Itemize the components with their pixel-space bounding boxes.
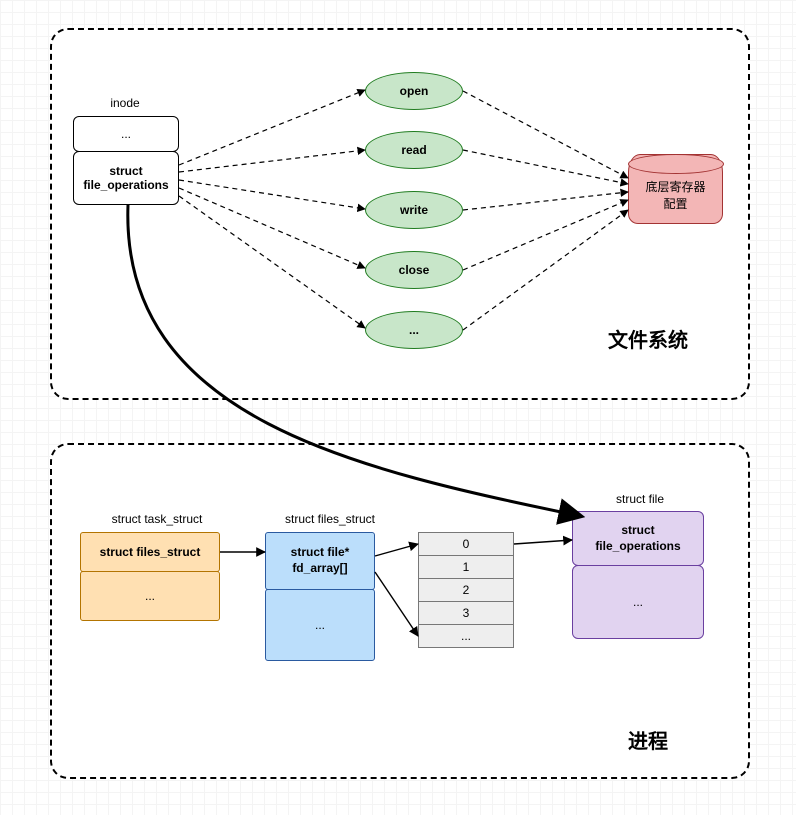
op-open: open bbox=[365, 72, 463, 110]
inode-title: inode bbox=[95, 96, 155, 110]
task-struct-row1: struct files_struct bbox=[80, 532, 220, 572]
register-line1: 底层寄存器 bbox=[645, 180, 705, 194]
fd-cell-2: 2 bbox=[418, 578, 514, 602]
files-struct-title: struct files_struct bbox=[270, 512, 390, 526]
fd-cell-3: 3 bbox=[418, 601, 514, 625]
fd-cell-0: 0 bbox=[418, 532, 514, 556]
fd-cell-1: 1 bbox=[418, 555, 514, 579]
struct-file-title: struct file bbox=[600, 492, 680, 506]
task-struct-row2: ... bbox=[80, 571, 220, 621]
struct-file-row2: ... bbox=[572, 565, 704, 639]
struct-file-row1: struct file_operations bbox=[572, 511, 704, 566]
inode-row1: ... bbox=[73, 116, 179, 152]
fd-cell-more: ... bbox=[418, 624, 514, 648]
filesystem-title: 文件系统 bbox=[608, 324, 688, 353]
op-write: write bbox=[365, 191, 463, 229]
task-struct-title: struct task_struct bbox=[92, 512, 222, 526]
process-title: 进程 bbox=[628, 725, 668, 754]
register-line2: 配置 bbox=[663, 197, 687, 211]
register-cylinder: 底层寄存器配置 bbox=[628, 154, 723, 224]
op-close: close bbox=[365, 251, 463, 289]
files-struct-row2: ... bbox=[265, 589, 375, 661]
inode-row2: struct file_operations bbox=[73, 151, 179, 205]
files-struct-row1: struct file* fd_array[] bbox=[265, 532, 375, 590]
op-read: read bbox=[365, 131, 463, 169]
op-more: ... bbox=[365, 311, 463, 349]
